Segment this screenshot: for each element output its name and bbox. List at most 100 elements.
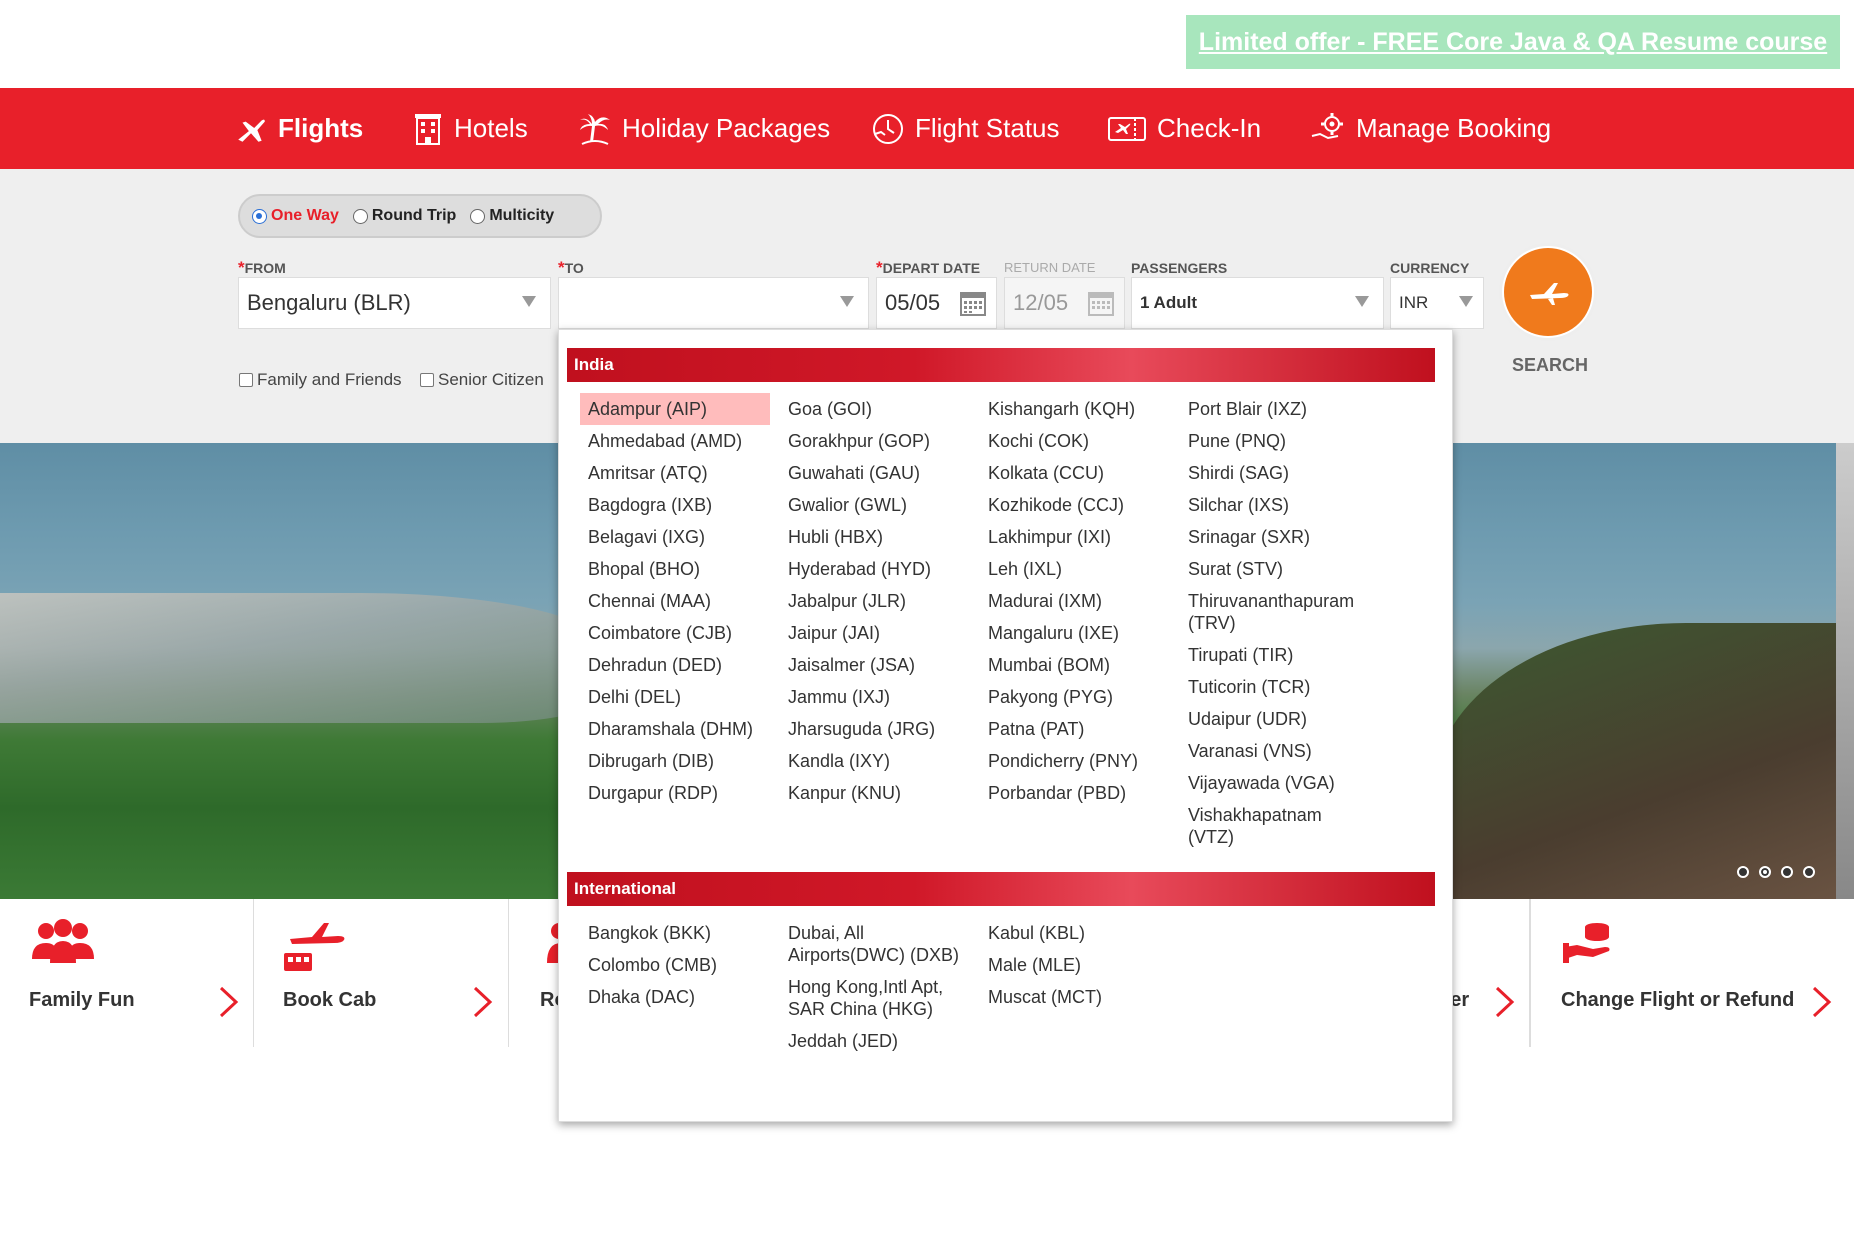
city-option[interactable]: Kandla (IXY) xyxy=(780,745,970,777)
nav-manage-booking[interactable]: Manage Booking xyxy=(1310,88,1551,169)
carousel-dot[interactable] xyxy=(1759,866,1771,878)
city-option[interactable]: Shirdi (SAG) xyxy=(1180,457,1370,489)
carousel-dot[interactable] xyxy=(1737,866,1749,878)
city-option[interactable]: Guwahati (GAU) xyxy=(780,457,970,489)
city-option[interactable]: Tirupati (TIR) xyxy=(1180,639,1370,671)
city-option[interactable]: Amritsar (ATQ) xyxy=(580,457,770,489)
city-option[interactable]: Hong Kong,Intl Apt, SAR China (HKG) xyxy=(780,971,970,1025)
checkbox-icon xyxy=(239,373,253,387)
city-option[interactable]: Jharsuguda (JRG) xyxy=(780,713,970,745)
region-header-india: India xyxy=(567,348,1435,382)
city-option[interactable]: Kanpur (KNU) xyxy=(780,777,970,809)
carousel-dot[interactable] xyxy=(1781,866,1793,878)
flight-status-icon xyxy=(873,113,903,144)
city-option[interactable]: Patna (PAT) xyxy=(980,713,1170,745)
multicity-option[interactable]: Multicity xyxy=(470,207,554,225)
city-option[interactable]: Jeddah (JED) xyxy=(780,1025,970,1057)
hero-image-town xyxy=(0,593,600,723)
city-option[interactable]: Kolkata (CCU) xyxy=(980,457,1170,489)
nav-flight-status[interactable]: Flight Status xyxy=(871,88,1060,169)
nav-flights[interactable]: Flights xyxy=(234,88,363,169)
city-option[interactable]: Udaipur (UDR) xyxy=(1180,703,1370,735)
carousel-dot[interactable] xyxy=(1803,866,1815,878)
city-option[interactable]: Bhopal (BHO) xyxy=(580,553,770,585)
city-option[interactable]: Jaisalmer (JSA) xyxy=(780,649,970,681)
feature-book-cab[interactable]: Book Cab xyxy=(254,899,509,1047)
city-option[interactable]: Delhi (DEL) xyxy=(580,681,770,713)
city-option[interactable]: Madurai (IXM) xyxy=(980,585,1170,617)
city-option[interactable]: Bangkok (BKK) xyxy=(580,917,770,949)
senior-citizen-checkbox[interactable]: Senior Citizen xyxy=(420,370,544,390)
nav-hotels[interactable]: Hotels xyxy=(412,88,528,169)
city-option[interactable]: Mumbai (BOM) xyxy=(980,649,1170,681)
nav-holiday-packages[interactable]: Holiday Packages xyxy=(578,88,830,169)
city-option[interactable]: Jammu (IXJ) xyxy=(780,681,970,713)
hero-image-cliff xyxy=(1434,623,1854,899)
city-option[interactable]: Hyderabad (HYD) xyxy=(780,553,970,585)
promo-banner: Limited offer - FREE Core Java & QA Resu… xyxy=(1186,15,1840,69)
city-option[interactable]: Dubai, All Airports(DWC) (DXB) xyxy=(780,917,970,971)
nav-label: Holiday Packages xyxy=(622,113,831,143)
city-option[interactable]: Muscat (MCT) xyxy=(980,981,1170,1013)
city-option[interactable]: Ahmedabad (AMD) xyxy=(580,425,770,457)
return-date-field[interactable]: 12/05 xyxy=(1004,277,1125,329)
city-option[interactable]: Surat (STV) xyxy=(1180,553,1370,585)
trip-type-toggle: One Way Round Trip Multicity xyxy=(238,194,602,238)
city-option[interactable]: Colombo (CMB) xyxy=(580,949,770,981)
city-option[interactable]: Chennai (MAA) xyxy=(580,585,770,617)
passengers-select[interactable]: 1 Adult xyxy=(1131,277,1384,329)
city-option[interactable]: Hubli (HBX) xyxy=(780,521,970,553)
feature-family-fun[interactable]: Family Fun xyxy=(0,899,254,1047)
depart-date-field[interactable]: 05/05 xyxy=(876,277,997,329)
city-option[interactable]: Lakhimpur (IXI) xyxy=(980,521,1170,553)
family-friends-checkbox[interactable]: Family and Friends xyxy=(239,370,402,390)
city-option[interactable]: Kozhikode (CCJ) xyxy=(980,489,1170,521)
city-option[interactable]: Kochi (COK) xyxy=(980,425,1170,457)
city-option[interactable]: Dharamshala (DHM) xyxy=(580,713,770,745)
city-option[interactable]: Gwalior (GWL) xyxy=(780,489,970,521)
city-option[interactable]: Coimbatore (CJB) xyxy=(580,617,770,649)
city-option[interactable]: Port Blair (IXZ) xyxy=(1180,393,1370,425)
city-option[interactable]: Mangaluru (IXE) xyxy=(980,617,1170,649)
feature-change-flight[interactable]: Change Flight or Refund xyxy=(1530,899,1854,1047)
city-option[interactable]: Male (MLE) xyxy=(980,949,1170,981)
city-option[interactable]: Gorakhpur (GOP) xyxy=(780,425,970,457)
city-option[interactable]: Vijayawada (VGA) xyxy=(1180,767,1370,799)
city-option[interactable]: Pondicherry (PNY) xyxy=(980,745,1170,777)
refund-hand-icon xyxy=(1563,923,1610,963)
city-option[interactable]: Dhaka (DAC) xyxy=(580,981,770,1013)
city-option[interactable]: Thiruvananthapuram (TRV) xyxy=(1180,585,1370,639)
city-option[interactable]: Dibrugarh (DIB) xyxy=(580,745,770,777)
city-option[interactable]: Porbandar (PBD) xyxy=(980,777,1170,809)
city-option[interactable]: Durgapur (RDP) xyxy=(580,777,770,809)
currency-select[interactable]: INR xyxy=(1390,277,1484,329)
city-option[interactable]: Jabalpur (JLR) xyxy=(780,585,970,617)
city-option[interactable]: Srinagar (SXR) xyxy=(1180,521,1370,553)
city-option[interactable]: Kabul (KBL) xyxy=(980,917,1170,949)
city-option[interactable]: Leh (IXL) xyxy=(980,553,1170,585)
one-way-option[interactable]: One Way xyxy=(252,207,339,225)
city-option[interactable]: Pune (PNQ) xyxy=(1180,425,1370,457)
nav-check-in[interactable]: Check-In xyxy=(1107,88,1261,169)
city-option[interactable]: Adampur (AIP) xyxy=(580,393,770,425)
city-option[interactable]: Tuticorin (TCR) xyxy=(1180,671,1370,703)
city-option[interactable]: Vishakhapatnam (VTZ) xyxy=(1180,799,1370,853)
city-option[interactable]: Jaipur (JAI) xyxy=(780,617,970,649)
boarding-pass-icon xyxy=(1108,116,1146,141)
intl-column-1: Bangkok (BKK) Colombo (CMB) Dhaka (DAC) xyxy=(580,917,770,1013)
city-option[interactable]: Goa (GOI) xyxy=(780,393,970,425)
chevron-right-icon xyxy=(1495,986,1515,1018)
city-option[interactable]: Belagavi (IXG) xyxy=(580,521,770,553)
city-option[interactable]: Varanasi (VNS) xyxy=(1180,735,1370,767)
city-option[interactable]: Silchar (IXS) xyxy=(1180,489,1370,521)
promo-link[interactable]: Limited offer - FREE Core Java & QA Resu… xyxy=(1199,28,1827,57)
feature-label: Book Cab xyxy=(283,989,377,1011)
city-option[interactable]: Pakyong (PYG) xyxy=(980,681,1170,713)
city-option[interactable]: Kishangarh (KQH) xyxy=(980,393,1170,425)
search-button[interactable] xyxy=(1499,243,1597,341)
from-select[interactable]: Bengaluru (BLR) xyxy=(238,277,551,329)
city-option[interactable]: Dehradun (DED) xyxy=(580,649,770,681)
to-select[interactable] xyxy=(558,277,869,329)
round-trip-option[interactable]: Round Trip xyxy=(352,207,456,225)
city-option[interactable]: Bagdogra (IXB) xyxy=(580,489,770,521)
